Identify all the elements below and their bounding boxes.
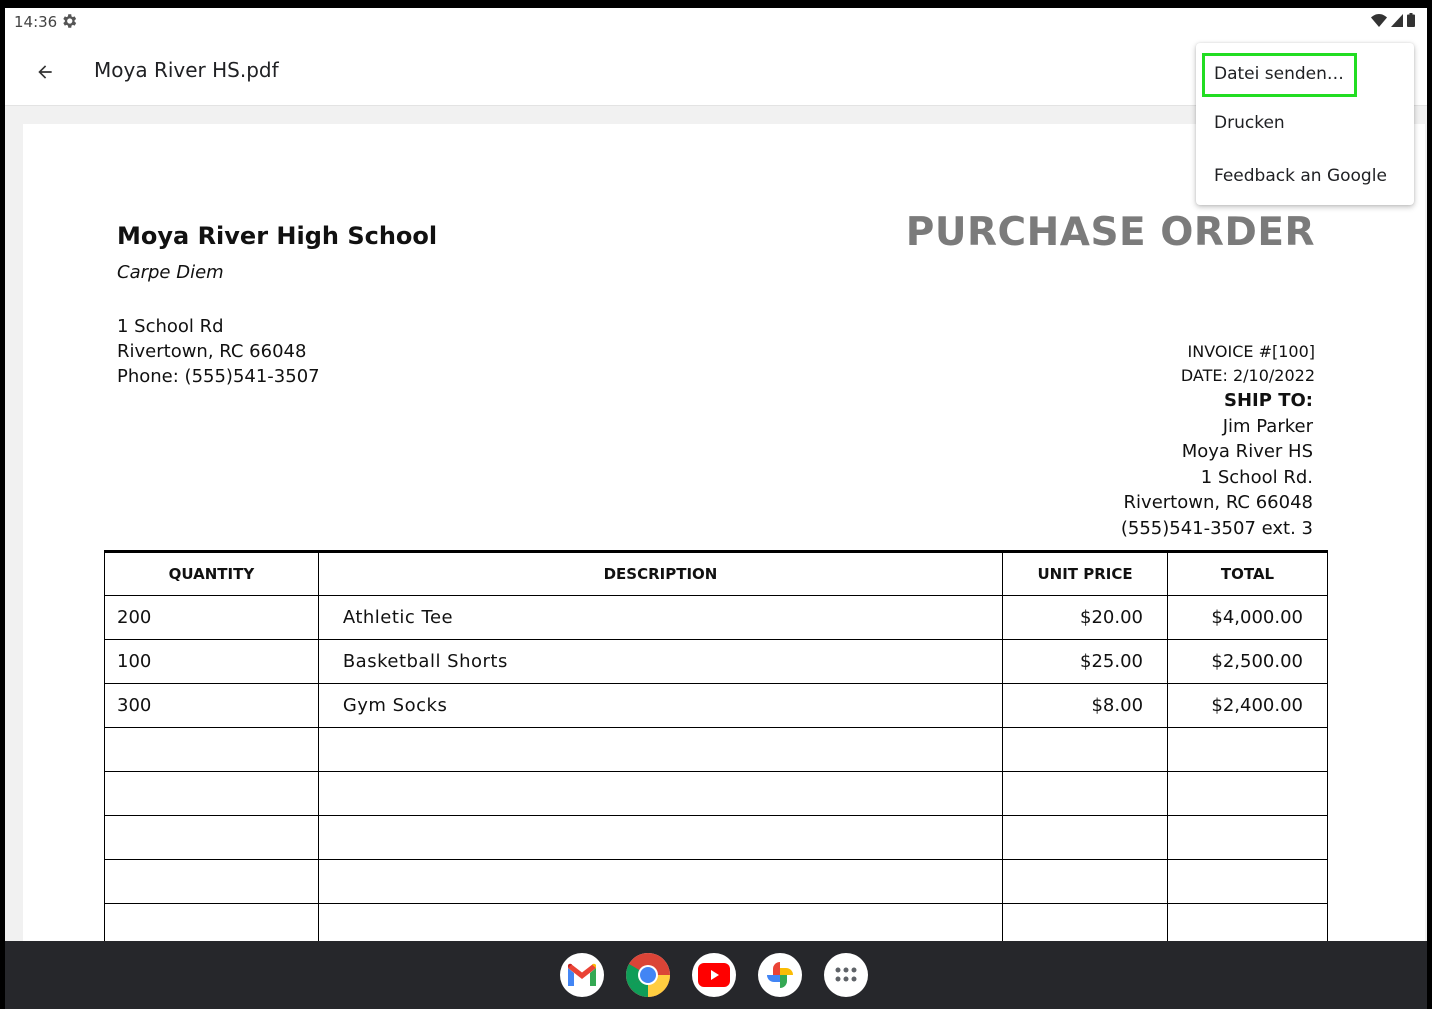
cell-total	[1167, 771, 1328, 816]
invoice-date: DATE: 2/10/2022	[1180, 366, 1315, 385]
pdf-viewer[interactable]: Moya River High School Carpe Diem 1 Scho…	[5, 106, 1427, 941]
cell-total: $2,500.00	[1167, 639, 1328, 684]
cell-unit-price	[1002, 771, 1169, 816]
cell-description	[317, 815, 1004, 860]
pdf-page: Moya River High School Carpe Diem 1 Scho…	[23, 124, 1425, 941]
cell-quantity: 100	[104, 639, 319, 684]
status-time: 14:36	[14, 13, 58, 31]
address-line: Phone: (555)541-3507	[117, 366, 320, 387]
table-header-row: QUANTITY DESCRIPTION UNIT PRICE TOTAL	[104, 551, 1328, 596]
cell-unit-price: $8.00	[1002, 683, 1169, 728]
invoice-number: INVOICE #[100]	[1187, 342, 1315, 361]
cell-unit-price: $20.00	[1002, 595, 1169, 640]
cell-description	[317, 859, 1004, 904]
chrome-icon[interactable]	[626, 953, 670, 997]
cell-description: Athletic Tee	[317, 595, 1004, 640]
school-address: 1 School Rd Rivertown, RC 66048 Phone: (…	[117, 314, 320, 389]
table-row: 300 Gym Socks $8.00 $2,400.00	[104, 683, 1328, 728]
cellular-signal-icon	[1391, 13, 1403, 27]
cell-total	[1167, 727, 1328, 772]
gmail-icon[interactable]	[560, 953, 604, 997]
ship-to-label: SHIP TO:	[1224, 390, 1313, 411]
cell-unit-price	[1002, 815, 1169, 860]
photos-icon[interactable]	[758, 953, 802, 997]
document-title: PURCHASE ORDER	[905, 210, 1315, 255]
items-table: QUANTITY DESCRIPTION UNIT PRICE TOTAL 20…	[104, 550, 1328, 941]
status-icons	[1371, 13, 1415, 27]
cell-total: $2,400.00	[1167, 683, 1328, 728]
taskbar	[5, 941, 1427, 1009]
ship-to-line: Rivertown, RC 66048	[1123, 492, 1313, 513]
cell-quantity	[104, 727, 319, 772]
battery-icon	[1407, 13, 1415, 27]
ship-to-line: Jim Parker	[1222, 415, 1313, 437]
school-name: Moya River High School	[117, 222, 438, 250]
header-total: TOTAL	[1167, 551, 1328, 596]
cell-total	[1167, 903, 1328, 941]
cell-description	[317, 903, 1004, 941]
cell-total	[1167, 815, 1328, 860]
wifi-icon	[1371, 13, 1387, 27]
menu-item-send-file[interactable]: Datei senden…	[1196, 51, 1414, 97]
cell-quantity: 300	[104, 683, 319, 728]
file-title: Moya River HS.pdf	[94, 58, 279, 82]
table-row	[104, 815, 1328, 860]
cell-description: Gym Socks	[317, 683, 1004, 728]
table-row: 200 Athletic Tee $20.00 $4,000.00	[104, 595, 1328, 640]
cell-quantity	[104, 771, 319, 816]
arrow-back-icon	[38, 65, 52, 79]
overflow-menu: Datei senden… Drucken Feedback an Google	[1196, 43, 1414, 205]
cell-unit-price	[1002, 859, 1169, 904]
address-line: 1 School Rd	[117, 316, 224, 337]
ship-to-line: (555)541-3507 ext. 3	[1120, 517, 1313, 539]
cell-unit-price	[1002, 903, 1169, 941]
menu-item-feedback[interactable]: Feedback an Google	[1196, 149, 1414, 202]
table-row	[104, 727, 1328, 772]
screen: 14:36 Moya River HS.pdf Moya River High …	[5, 8, 1427, 1009]
ship-to-block: SHIP TO: Jim Parker Moya River HS 1 Scho…	[1121, 388, 1313, 541]
cell-description: Basketball Shorts	[317, 639, 1004, 684]
app-launcher-icon[interactable]	[824, 953, 868, 997]
status-bar: 14:36	[5, 8, 1427, 36]
ship-to-line: 1 School Rd.	[1200, 466, 1313, 488]
invoice-info: INVOICE #[100] DATE: 2/10/2022	[1181, 340, 1315, 388]
table-row	[104, 771, 1328, 816]
cell-quantity: 200	[104, 595, 319, 640]
cell-quantity	[104, 815, 319, 860]
school-motto: Carpe Diem	[117, 262, 224, 283]
cell-description	[317, 771, 1004, 816]
cell-total: $4,000.00	[1167, 595, 1328, 640]
header-unit-price: UNIT PRICE	[1002, 551, 1169, 596]
cell-unit-price: $25.00	[1002, 639, 1169, 684]
table-row	[104, 859, 1328, 904]
youtube-icon[interactable]	[692, 953, 736, 997]
cell-description	[317, 727, 1004, 772]
menu-item-print[interactable]: Drucken	[1196, 96, 1414, 149]
header-quantity: QUANTITY	[104, 551, 319, 596]
cell-quantity	[104, 903, 319, 941]
ship-to-line: Moya River HS	[1181, 441, 1313, 462]
back-button[interactable]	[29, 56, 61, 88]
header-description: DESCRIPTION	[317, 551, 1004, 596]
table-row: 100 Basketball Shorts $25.00 $2,500.00	[104, 639, 1328, 684]
cell-quantity	[104, 859, 319, 904]
app-dock	[560, 953, 868, 997]
cell-unit-price	[1002, 727, 1169, 772]
table-row	[104, 903, 1328, 941]
cell-total	[1167, 859, 1328, 904]
address-line: Rivertown, RC 66048	[117, 341, 307, 362]
settings-gear-icon	[63, 14, 77, 28]
